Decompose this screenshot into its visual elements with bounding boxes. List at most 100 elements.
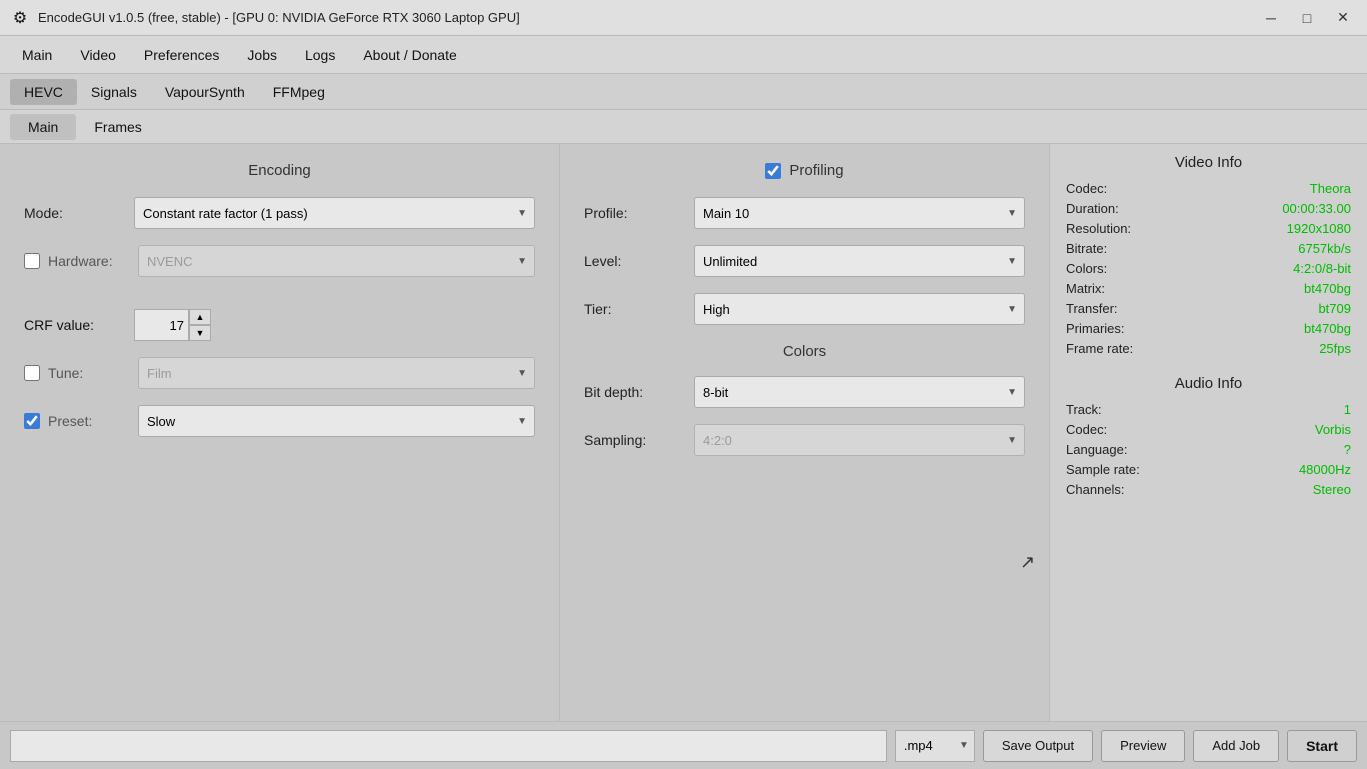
tune-checkbox[interactable] — [24, 365, 40, 381]
maximize-button[interactable]: □ — [1293, 7, 1321, 29]
add-job-button[interactable]: Add Job — [1193, 730, 1279, 762]
sub-menu-ffmpeg[interactable]: FFMpeg — [259, 79, 339, 105]
profiling-panel: Profiling Profile: Main 10MainMain Still… — [560, 144, 1050, 721]
tune-row: Tune: FilmAnimationGrainStill image ▼ — [24, 357, 535, 389]
tab-frames[interactable]: Frames — [76, 114, 159, 140]
level-row: Level: Unlimited1.02.03.04.05.06.0 ▼ — [584, 245, 1025, 277]
profile-select[interactable]: Main 10MainMain Still Picture — [694, 197, 1025, 229]
tab-main[interactable]: Main — [10, 114, 76, 140]
video-info-value: 25fps — [1319, 341, 1351, 356]
sampling-select-wrapper: 4:2:04:2:24:4:4 ▼ — [694, 424, 1025, 456]
video-info-key: Bitrate: — [1066, 241, 1107, 256]
video-info-row: Matrix:bt470bg — [1066, 281, 1351, 296]
audio-info-row: Track:1 — [1066, 402, 1351, 417]
preset-checkbox[interactable] — [24, 413, 40, 429]
audio-info-rows: Track:1Codec:VorbisLanguage:?Sample rate… — [1066, 402, 1351, 497]
sub-menu-vapoursynth[interactable]: VapourSynth — [151, 79, 259, 105]
preview-button[interactable]: Preview — [1101, 730, 1185, 762]
sub-menu-signals[interactable]: Signals — [77, 79, 151, 105]
level-label: Level: — [584, 253, 694, 269]
video-info-row: Primaries:bt470bg — [1066, 321, 1351, 336]
mode-row: Mode: Constant rate factor (1 pass)Const… — [24, 197, 535, 229]
audio-info-value: Vorbis — [1315, 422, 1351, 437]
info-panel: Video Info Codec:TheoraDuration:00:00:33… — [1050, 144, 1367, 721]
hardware-select[interactable]: NVENCNone — [138, 245, 535, 277]
preset-select[interactable]: SlowMediumFastFasterUltrafastVeryslow — [138, 405, 535, 437]
sampling-row: Sampling: 4:2:04:2:24:4:4 ▼ — [584, 424, 1025, 456]
audio-info-key: Channels: — [1066, 482, 1125, 497]
audio-info-key: Codec: — [1066, 422, 1107, 437]
format-select-wrapper: .mp4 .mkv .mov .avi ▼ — [895, 730, 975, 762]
sub-menu-hevc[interactable]: HEVC — [10, 79, 77, 105]
video-info-row: Colors: 4:2:0/8-bit — [1066, 261, 1351, 276]
video-info-value: 00:00:33.00 — [1282, 201, 1351, 216]
menu-item-about[interactable]: About / Donate — [349, 41, 470, 69]
profile-label: Profile: — [584, 205, 694, 221]
start-button[interactable]: Start — [1287, 730, 1357, 762]
video-info-value: bt709 — [1318, 301, 1351, 316]
video-info-value: 4:2:0/8-bit — [1293, 261, 1351, 276]
preset-label: Preset: — [48, 413, 138, 429]
menu-item-jobs[interactable]: Jobs — [233, 41, 291, 69]
save-output-button[interactable]: Save Output — [983, 730, 1093, 762]
audio-info-value: 1 — [1344, 402, 1351, 417]
menu-item-logs[interactable]: Logs — [291, 41, 349, 69]
video-info-key: Codec: — [1066, 181, 1107, 196]
video-info-key: Matrix: — [1066, 281, 1105, 296]
audio-info-row: Codec: Vorbis — [1066, 422, 1351, 437]
tier-select[interactable]: HighMain — [694, 293, 1025, 325]
video-info-value: bt470bg — [1304, 321, 1351, 336]
app-icon: ⚙ — [10, 8, 30, 28]
video-info-key: Colors: — [1066, 261, 1107, 276]
crf-down-button[interactable]: ▼ — [189, 325, 211, 341]
title-bar: ⚙ EncodeGUI v1.0.5 (free, stable) - [GPU… — [0, 0, 1367, 36]
audio-info-row: Channels: Stereo — [1066, 482, 1351, 497]
menu-item-main[interactable]: Main — [8, 41, 66, 69]
colors-title: Colors — [584, 343, 1025, 360]
audio-info-value: Stereo — [1313, 482, 1351, 497]
format-select[interactable]: .mp4 .mkv .mov .avi — [895, 730, 975, 762]
sampling-label: Sampling: — [584, 432, 694, 448]
video-info-row: Resolution:1920x1080 — [1066, 221, 1351, 236]
video-info-key: Frame rate: — [1066, 341, 1133, 356]
bit-depth-row: Bit depth: 8-bit10-bit12-bit ▼ — [584, 376, 1025, 408]
video-info-value: Theora — [1310, 181, 1351, 196]
audio-info-value: ? — [1344, 442, 1351, 457]
video-info-row: Codec: Theora — [1066, 181, 1351, 196]
crf-spinner: ▲ ▼ — [189, 309, 211, 341]
bit-depth-label: Bit depth: — [584, 384, 694, 400]
hardware-checkbox[interactable] — [24, 253, 40, 269]
video-info-row: Duration:00:00:33.00 — [1066, 201, 1351, 216]
tune-select[interactable]: FilmAnimationGrainStill image — [138, 357, 535, 389]
menu-item-video[interactable]: Video — [66, 41, 130, 69]
profile-select-wrapper: Main 10MainMain Still Picture ▼ — [694, 197, 1025, 229]
bottom-bar: .mp4 .mkv .mov .avi ▼ Save Output Previe… — [0, 721, 1367, 769]
mode-select[interactable]: Constant rate factor (1 pass)Constant ra… — [134, 197, 535, 229]
minimize-button[interactable]: ─ — [1257, 7, 1285, 29]
close-button[interactable]: ✕ — [1329, 7, 1357, 29]
crf-label: CRF value: — [24, 317, 134, 333]
crf-row: CRF value: ▲ ▼ — [24, 309, 535, 341]
video-info-value: 6757kb/s — [1298, 241, 1351, 256]
output-path-input[interactable] — [10, 730, 887, 762]
audio-info-row: Sample rate:48000Hz — [1066, 462, 1351, 477]
profiling-checkbox[interactable] — [765, 163, 781, 179]
crf-input[interactable] — [134, 309, 189, 341]
level-select-wrapper: Unlimited1.02.03.04.05.06.0 ▼ — [694, 245, 1025, 277]
bit-depth-select[interactable]: 8-bit10-bit12-bit — [694, 376, 1025, 408]
window-controls: ─ □ ✕ — [1257, 7, 1357, 29]
menu-item-preferences[interactable]: Preferences — [130, 41, 233, 69]
tier-select-wrapper: HighMain ▼ — [694, 293, 1025, 325]
level-select[interactable]: Unlimited1.02.03.04.05.06.0 — [694, 245, 1025, 277]
tier-row: Tier: HighMain ▼ — [584, 293, 1025, 325]
profiling-header: Profiling — [584, 162, 1025, 179]
hardware-label: Hardware: — [48, 253, 138, 269]
audio-info-key: Sample rate: — [1066, 462, 1140, 477]
tune-select-wrapper: FilmAnimationGrainStill image ▼ — [138, 357, 535, 389]
encoding-title: Encoding — [24, 162, 535, 179]
app-title: EncodeGUI v1.0.5 (free, stable) - [GPU 0… — [38, 10, 1257, 25]
video-info-value: 1920x1080 — [1287, 221, 1351, 236]
sampling-select[interactable]: 4:2:04:2:24:4:4 — [694, 424, 1025, 456]
tier-label: Tier: — [584, 301, 694, 317]
crf-up-button[interactable]: ▲ — [189, 309, 211, 325]
